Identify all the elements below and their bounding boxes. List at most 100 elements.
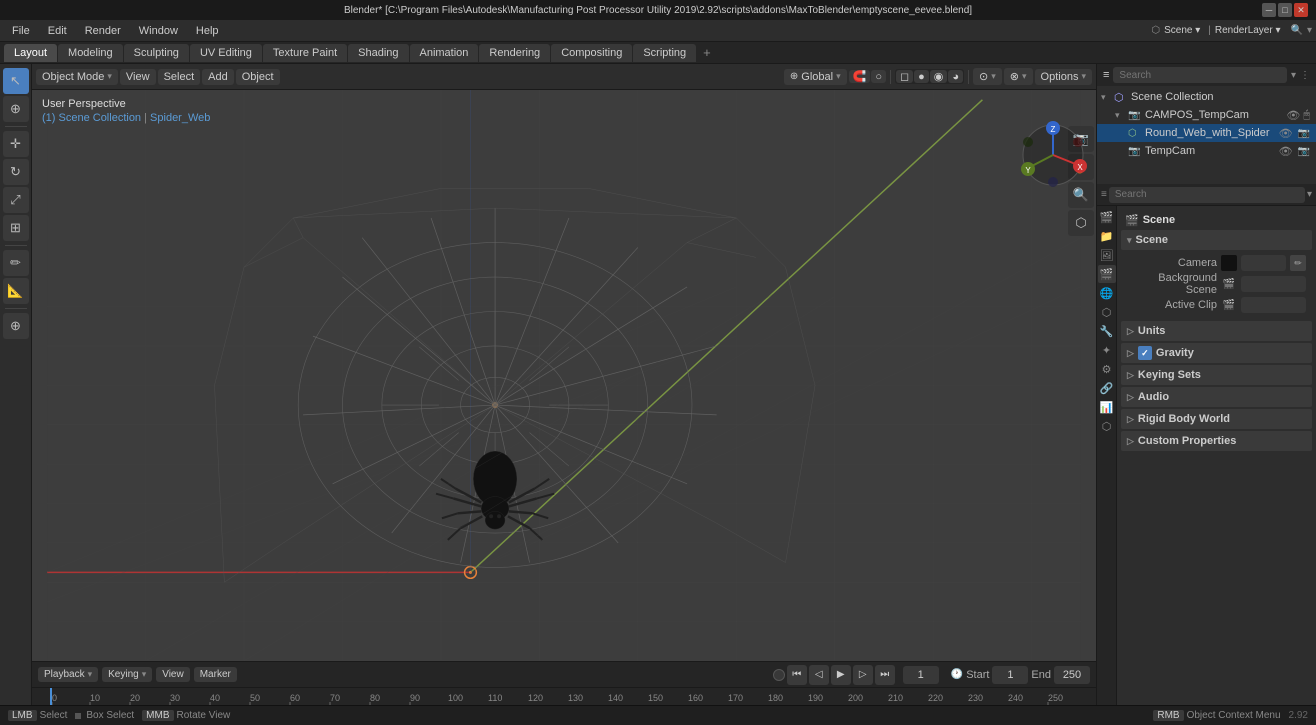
keying-menu[interactable]: Keying ▾ (102, 667, 152, 682)
tab-rendering[interactable]: Rendering (479, 44, 550, 62)
next-frame[interactable]: ▷ (853, 665, 873, 685)
tab-texture-paint[interactable]: Texture Paint (263, 44, 347, 62)
data-icon[interactable]: 📊 (1098, 398, 1116, 416)
visibility-toggle-2[interactable]: 👁 (1279, 127, 1293, 140)
render-toggle-2[interactable]: 📷 (1298, 128, 1310, 139)
solid-shading[interactable]: ● (914, 70, 929, 83)
units-section-header[interactable]: ▷ Units (1121, 321, 1312, 341)
view-layer-icon[interactable]: 🖼 (1098, 246, 1116, 264)
overlay-options[interactable]: ⊙ ▾ (973, 68, 1002, 85)
outliner-item-campos[interactable]: ▾ 📷 CAMPOS_TempCam 👁 🖱 (1097, 106, 1316, 124)
audio-section-header[interactable]: ▷ Audio (1121, 387, 1312, 407)
3d-viewport[interactable]: User Perspective (1) Scene Collection | … (32, 90, 1096, 661)
tool-annotate[interactable]: ✏ (3, 250, 29, 276)
camera-edit-btn[interactable]: ✏ (1290, 255, 1306, 271)
tool-measure[interactable]: 📐 (3, 278, 29, 304)
maximize-button[interactable]: □ (1278, 3, 1292, 17)
render-properties-icon[interactable]: 🎬 (1098, 208, 1116, 226)
gizmo-options[interactable]: ⊗ ▾ (1004, 68, 1033, 85)
outliner-search[interactable] (1113, 67, 1287, 83)
scene-section-header[interactable]: ▾ Scene (1121, 230, 1312, 250)
object-menu[interactable]: Object (236, 69, 280, 85)
camera-value[interactable] (1241, 255, 1286, 271)
viewport-options-btn[interactable]: Options ▾ (1035, 69, 1092, 85)
scene-dropdown[interactable]: Scene ▾ (1164, 25, 1200, 36)
tab-modeling[interactable]: Modeling (58, 44, 123, 62)
gravity-section-header[interactable]: ▷ ✓ Gravity (1121, 343, 1312, 363)
outliner-item-tempcam[interactable]: 📷 TempCam 👁 📷 (1097, 142, 1316, 160)
camera-icon-toggle[interactable]: 📷 (1298, 146, 1310, 157)
search-icon-global[interactable]: 🔍 (1291, 25, 1303, 36)
properties-search[interactable] (1109, 187, 1305, 203)
particles-icon[interactable]: ✦ (1098, 341, 1116, 359)
outliner-options[interactable]: ⋮ (1300, 70, 1310, 81)
marker-menu[interactable]: Marker (194, 667, 237, 682)
tab-compositing[interactable]: Compositing (551, 44, 632, 62)
snap-toggle[interactable]: 🧲 (849, 70, 871, 83)
bg-scene-value[interactable] (1241, 276, 1306, 292)
frame-ruler[interactable]: 0 10 20 30 40 50 60 70 80 90 100 110 120… (32, 687, 1096, 705)
wireframe-shading[interactable]: ◻ (896, 70, 913, 83)
jump-to-end[interactable]: ⏭ (875, 665, 895, 685)
menu-help[interactable]: Help (188, 23, 227, 39)
output-properties-icon[interactable]: 📁 (1098, 227, 1116, 245)
tab-layout[interactable]: Layout (4, 44, 57, 62)
minimize-button[interactable]: － (1262, 3, 1276, 17)
tool-scale[interactable]: ⤢ (3, 187, 29, 213)
prev-frame[interactable]: ◁ (809, 665, 829, 685)
global-orientation-dropdown[interactable]: ⊕ Global ▾ (784, 69, 847, 85)
start-frame[interactable]: 1 (992, 666, 1028, 684)
keying-sets-header[interactable]: ▷ Keying Sets (1121, 365, 1312, 385)
close-button[interactable]: ✕ (1294, 3, 1308, 17)
tool-cursor[interactable]: ⊕ (3, 96, 29, 122)
tool-transform[interactable]: ⊞ (3, 215, 29, 241)
add-workspace-button[interactable]: + (697, 42, 717, 63)
rendered-shading[interactable]: ◕ (948, 70, 963, 83)
custom-properties-header[interactable]: ▷ Custom Properties (1121, 431, 1312, 451)
playback-menu[interactable]: Playback ▾ (38, 667, 98, 682)
menu-window[interactable]: Window (131, 23, 186, 39)
outliner-item-web[interactable]: ⬡ Round_Web_with_Spider 👁 📷 (1097, 124, 1316, 142)
view-timeline-menu[interactable]: View (156, 667, 190, 682)
visibility-toggle-3[interactable]: 👁 (1279, 145, 1293, 158)
tool-rotate[interactable]: ↻ (3, 159, 29, 185)
tool-add[interactable]: ⊕ (3, 313, 29, 339)
add-menu[interactable]: Add (202, 69, 234, 85)
menu-render[interactable]: Render (77, 23, 129, 39)
tool-select[interactable]: ↖ (3, 68, 29, 94)
object-mode-dropdown[interactable]: Object Mode ▾ (36, 69, 118, 85)
material-shading[interactable]: ◉ (930, 70, 948, 83)
jump-to-start[interactable]: ⏮ (787, 665, 807, 685)
menu-file[interactable]: File (4, 23, 38, 39)
current-frame-display[interactable]: 1 (903, 666, 939, 684)
tool-move[interactable]: ✛ (3, 131, 29, 157)
tab-animation[interactable]: Animation (410, 44, 479, 62)
filter-icon[interactable]: ▾ (1307, 25, 1312, 36)
tab-shading[interactable]: Shading (348, 44, 408, 62)
outliner-scene-collection[interactable]: ▾ ⬡ Scene Collection (1097, 88, 1316, 106)
end-frame[interactable]: 250 (1054, 666, 1090, 684)
play-button[interactable]: ▶ (831, 665, 851, 685)
visibility-toggle-1[interactable]: 👁 (1286, 109, 1300, 122)
rigid-body-world-header[interactable]: ▷ Rigid Body World (1121, 409, 1312, 429)
scene-properties-icon[interactable]: 🎬 (1098, 265, 1116, 283)
gravity-checkbox[interactable]: ✓ (1138, 346, 1152, 360)
world-properties-icon[interactable]: 🌐 (1098, 284, 1116, 302)
modifiers-icon[interactable]: 🔧 (1098, 322, 1116, 340)
viewport-render-region[interactable]: ⬡ (1068, 210, 1094, 236)
menu-edit[interactable]: Edit (40, 23, 75, 39)
material-icon[interactable]: ⬡ (1098, 417, 1116, 435)
constraints-icon[interactable]: 🔗 (1098, 379, 1116, 397)
active-clip-value[interactable] (1241, 297, 1306, 313)
proportional-edit[interactable]: ○ (871, 70, 886, 83)
physics-icon[interactable]: ⚙ (1098, 360, 1116, 378)
tab-scripting[interactable]: Scripting (633, 44, 696, 62)
outliner-filter[interactable]: ▾ (1291, 70, 1296, 81)
select-toggle-1[interactable]: 🖱 (1303, 109, 1310, 122)
navigation-gizmo[interactable]: Z X Y (1018, 120, 1088, 190)
select-menu[interactable]: Select (158, 69, 201, 85)
tab-uv-editing[interactable]: UV Editing (190, 44, 262, 62)
object-properties-icon[interactable]: ⬡ (1098, 303, 1116, 321)
tab-sculpting[interactable]: Sculpting (124, 44, 189, 62)
view-menu[interactable]: View (120, 69, 156, 85)
